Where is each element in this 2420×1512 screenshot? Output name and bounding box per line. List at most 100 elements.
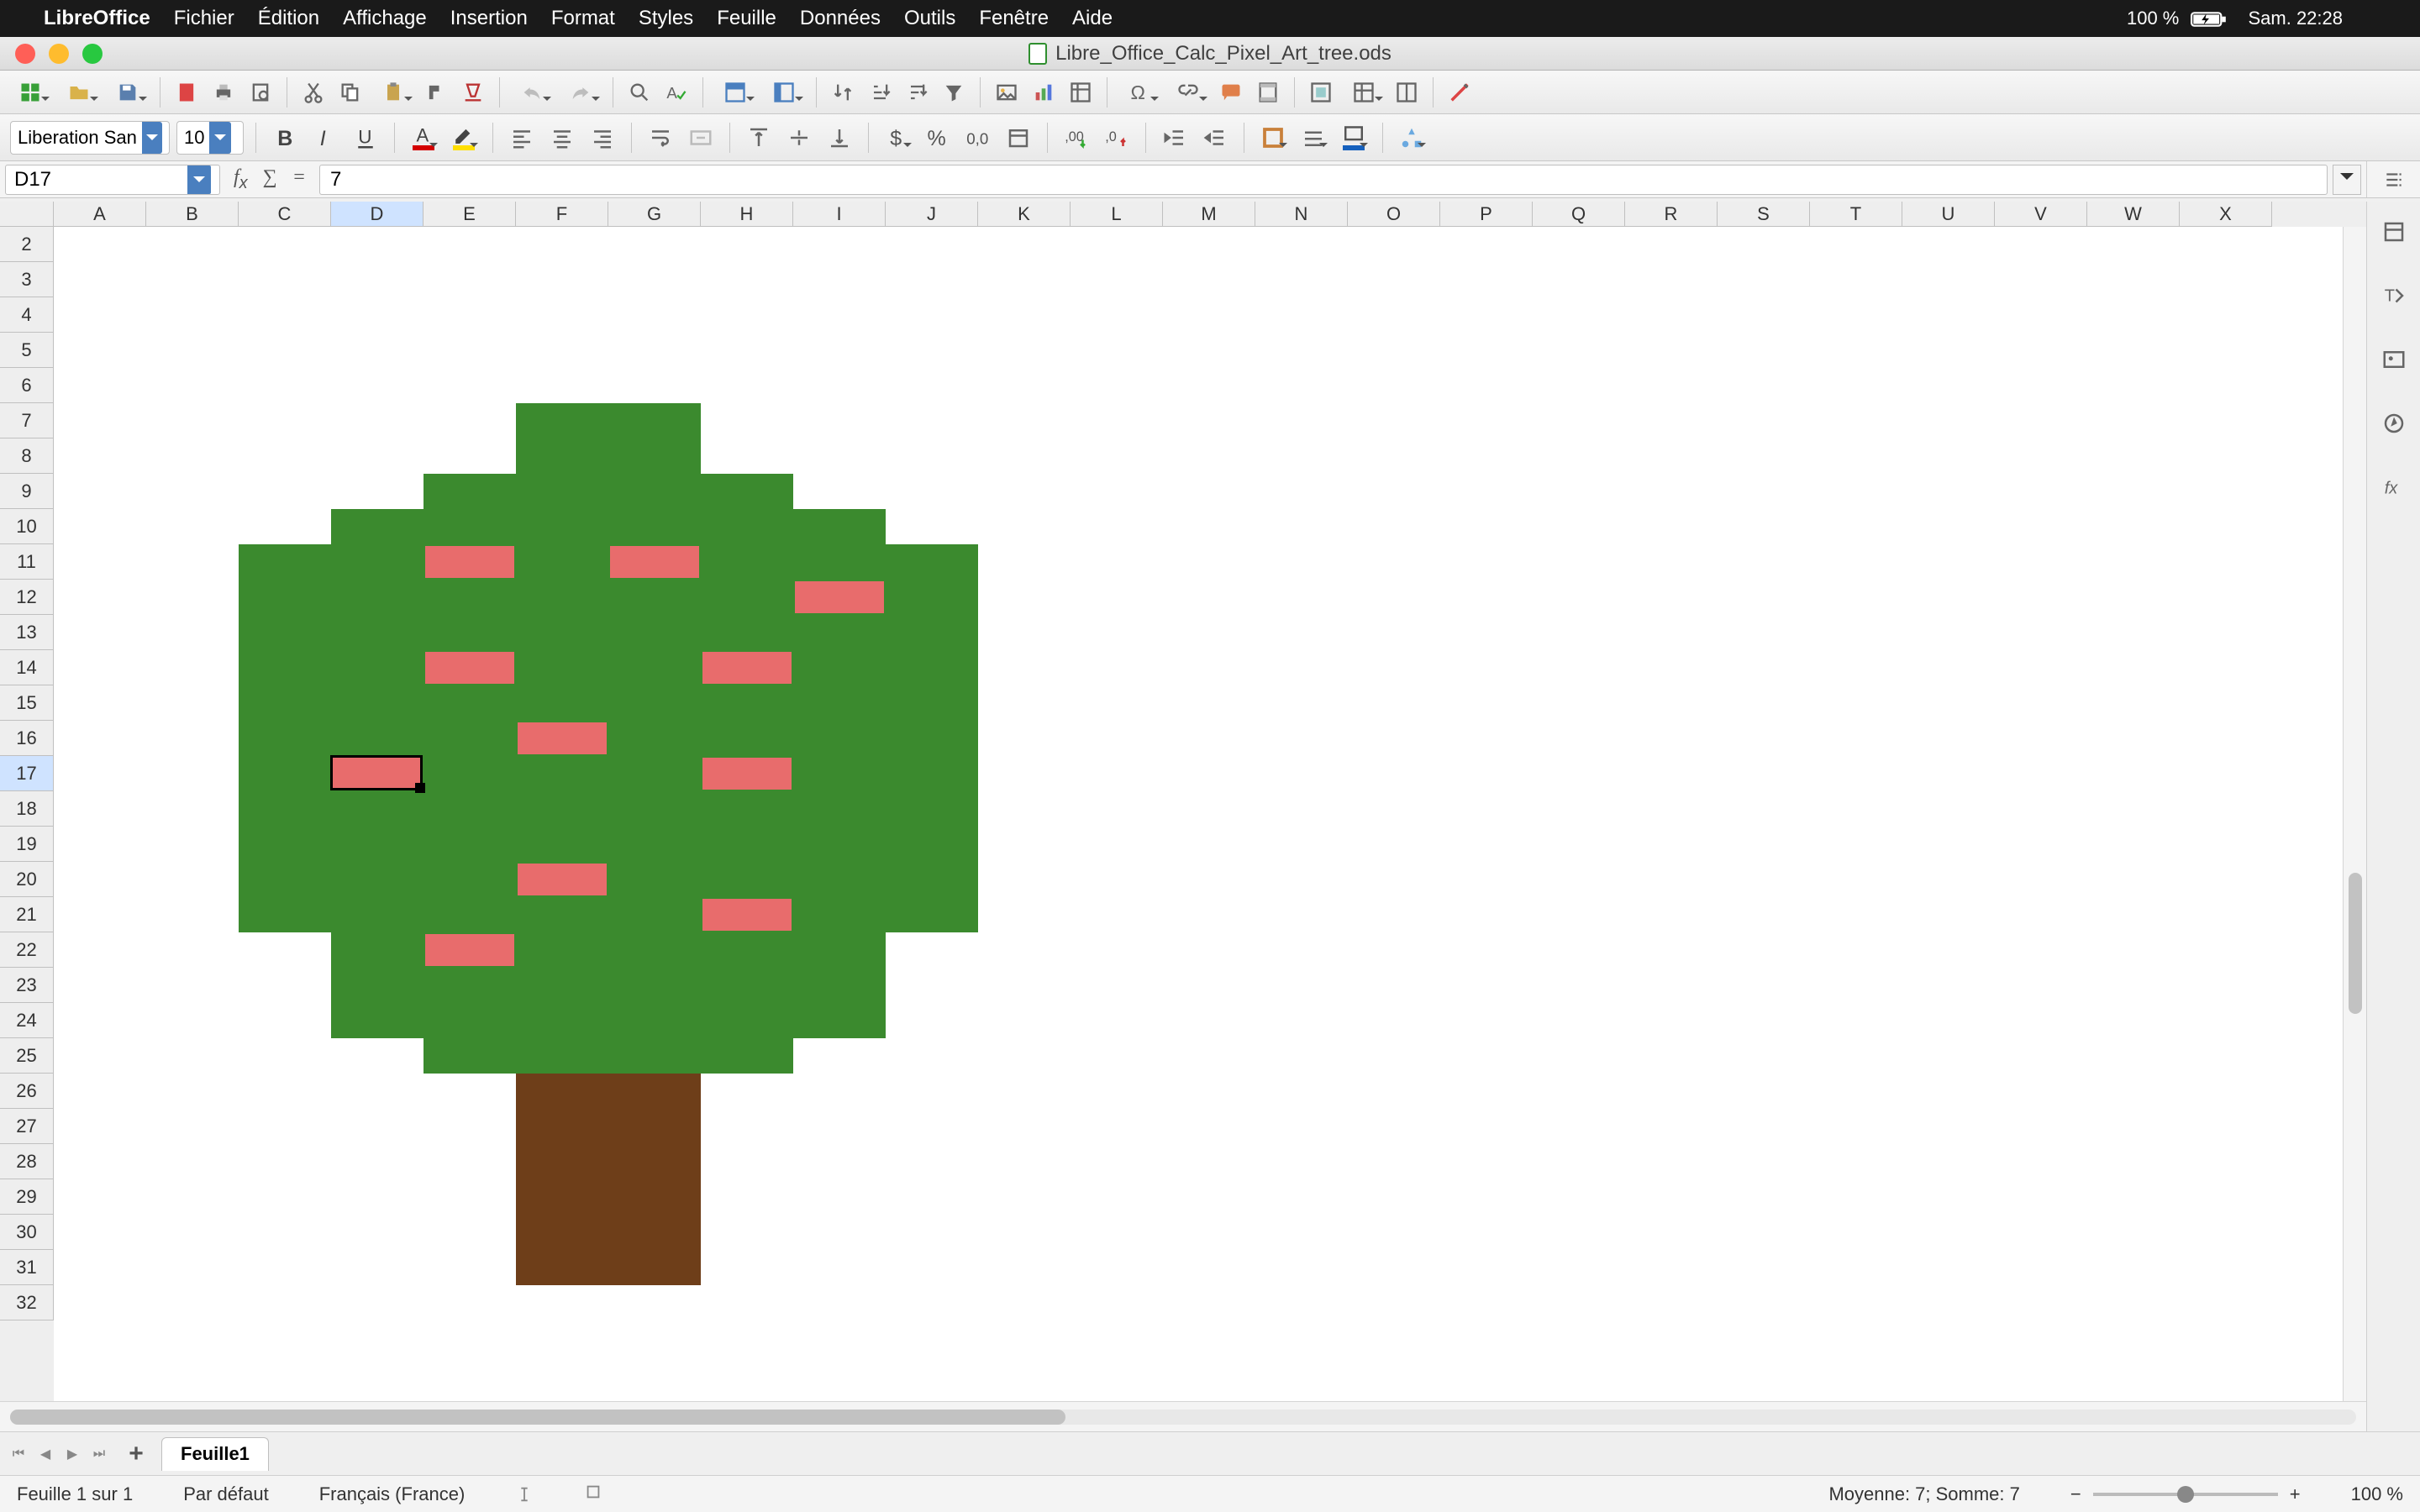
insert-mode-indicator[interactable] bbox=[515, 1485, 534, 1504]
column-header-C[interactable]: C bbox=[239, 202, 331, 227]
column-header-D[interactable]: D bbox=[331, 202, 424, 227]
insert-hyperlink-button[interactable] bbox=[1166, 76, 1210, 108]
increase-indent-button[interactable] bbox=[1158, 121, 1192, 155]
tab-nav-prev[interactable]: ◀ bbox=[34, 1442, 57, 1466]
show-draw-functions-button[interactable] bbox=[1444, 76, 1476, 108]
print-button[interactable] bbox=[208, 76, 239, 108]
sort-desc-button[interactable] bbox=[901, 76, 933, 108]
column-header-U[interactable]: U bbox=[1902, 202, 1995, 227]
insert-special-char-button[interactable]: Ω bbox=[1118, 76, 1161, 108]
name-box-dropdown-icon[interactable] bbox=[187, 165, 211, 194]
date-format-button[interactable] bbox=[1002, 121, 1035, 155]
row-header-8[interactable]: 8 bbox=[0, 438, 54, 474]
font-color-button[interactable]: A bbox=[407, 121, 440, 155]
column-header-M[interactable]: M bbox=[1163, 202, 1255, 227]
row-header-32[interactable]: 32 bbox=[0, 1285, 54, 1320]
column-header-T[interactable]: T bbox=[1810, 202, 1902, 227]
borders-button[interactable] bbox=[1256, 121, 1290, 155]
vertical-scroll-thumb[interactable] bbox=[2349, 873, 2362, 1014]
column-header-N[interactable]: N bbox=[1255, 202, 1348, 227]
merge-cells-button[interactable] bbox=[684, 121, 718, 155]
column-header-P[interactable]: P bbox=[1440, 202, 1533, 227]
row-header-6[interactable]: 6 bbox=[0, 368, 54, 403]
sidebar-settings-icon[interactable] bbox=[2366, 161, 2420, 197]
percent-format-button[interactable]: % bbox=[921, 121, 955, 155]
row-header-2[interactable]: 2 bbox=[0, 227, 54, 262]
highlight-color-button[interactable] bbox=[447, 121, 481, 155]
row-header-22[interactable]: 22 bbox=[0, 932, 54, 968]
row-operations-button[interactable] bbox=[713, 76, 757, 108]
row-header-9[interactable]: 9 bbox=[0, 474, 54, 509]
row-header-17[interactable]: 17 bbox=[0, 756, 54, 791]
clock-menuextra[interactable]: Sam. 22:28 bbox=[2248, 8, 2343, 29]
print-preview-button[interactable] bbox=[245, 76, 276, 108]
align-top-button[interactable] bbox=[742, 121, 776, 155]
conditional-format-button[interactable] bbox=[1395, 121, 1428, 155]
row-header-19[interactable]: 19 bbox=[0, 827, 54, 862]
column-header-O[interactable]: O bbox=[1348, 202, 1440, 227]
window-minimize-button[interactable] bbox=[49, 44, 69, 64]
align-center-button[interactable] bbox=[545, 121, 579, 155]
menu-feuille[interactable]: Feuille bbox=[717, 7, 776, 30]
border-color-button[interactable] bbox=[1337, 121, 1370, 155]
redo-button[interactable] bbox=[559, 76, 602, 108]
row-header-21[interactable]: 21 bbox=[0, 897, 54, 932]
navigator-panel-icon[interactable] bbox=[2377, 407, 2411, 440]
column-header-X[interactable]: X bbox=[2180, 202, 2272, 227]
zoom-slider[interactable]: − + bbox=[2070, 1483, 2301, 1505]
column-header-Q[interactable]: Q bbox=[1533, 202, 1625, 227]
functions-panel-icon[interactable]: fx bbox=[2377, 470, 2411, 504]
add-decimal-button[interactable]: ,00 bbox=[1060, 121, 1093, 155]
equals-button[interactable]: = bbox=[292, 166, 306, 193]
gallery-panel-icon[interactable] bbox=[2377, 343, 2411, 376]
tab-nav-next[interactable]: ▶ bbox=[60, 1442, 84, 1466]
row-header-23[interactable]: 23 bbox=[0, 968, 54, 1003]
new-document-button[interactable] bbox=[8, 76, 52, 108]
column-header-I[interactable]: I bbox=[793, 202, 886, 227]
find-button[interactable] bbox=[623, 76, 655, 108]
zoom-in-button[interactable]: + bbox=[2290, 1483, 2301, 1505]
export-pdf-button[interactable] bbox=[171, 76, 203, 108]
currency-format-button[interactable]: $ bbox=[881, 121, 914, 155]
row-header-10[interactable]: 10 bbox=[0, 509, 54, 544]
decrease-indent-button[interactable] bbox=[1198, 121, 1232, 155]
headers-footers-button[interactable] bbox=[1252, 76, 1284, 108]
align-right-button[interactable] bbox=[586, 121, 619, 155]
row-header-3[interactable]: 3 bbox=[0, 262, 54, 297]
bold-button[interactable]: B bbox=[268, 121, 302, 155]
remove-decimal-button[interactable]: ,0 bbox=[1100, 121, 1134, 155]
column-header-V[interactable]: V bbox=[1995, 202, 2087, 227]
zoom-slider-knob[interactable] bbox=[2177, 1486, 2194, 1503]
font-name-combo[interactable]: Liberation Sans bbox=[10, 121, 170, 155]
menu-format[interactable]: Format bbox=[551, 7, 615, 30]
row-header-26[interactable]: 26 bbox=[0, 1074, 54, 1109]
border-style-button[interactable] bbox=[1297, 121, 1330, 155]
spellcheck-button[interactable]: A bbox=[660, 76, 692, 108]
column-header-K[interactable]: K bbox=[978, 202, 1071, 227]
row-header-24[interactable]: 24 bbox=[0, 1003, 54, 1038]
column-header-B[interactable]: B bbox=[146, 202, 239, 227]
row-header-25[interactable]: 25 bbox=[0, 1038, 54, 1074]
column-header-S[interactable]: S bbox=[1718, 202, 1810, 227]
sort-button[interactable] bbox=[827, 76, 859, 108]
select-all-corner[interactable] bbox=[0, 202, 54, 227]
underline-button[interactable]: U bbox=[349, 121, 382, 155]
row-header-30[interactable]: 30 bbox=[0, 1215, 54, 1250]
column-header-G[interactable]: G bbox=[608, 202, 701, 227]
window-maximize-button[interactable] bbox=[82, 44, 103, 64]
italic-button[interactable]: I bbox=[308, 121, 342, 155]
formula-bar-expand-button[interactable] bbox=[2333, 165, 2361, 195]
font-size-dropdown-icon[interactable] bbox=[209, 122, 231, 154]
row-header-31[interactable]: 31 bbox=[0, 1250, 54, 1285]
align-left-button[interactable] bbox=[505, 121, 539, 155]
clone-formatting-button[interactable] bbox=[420, 76, 452, 108]
column-header-W[interactable]: W bbox=[2087, 202, 2180, 227]
clear-formatting-button[interactable] bbox=[457, 76, 489, 108]
row-header-29[interactable]: 29 bbox=[0, 1179, 54, 1215]
save-button[interactable] bbox=[106, 76, 150, 108]
sort-asc-button[interactable] bbox=[864, 76, 896, 108]
function-wizard-button[interactable]: fx bbox=[234, 166, 248, 193]
column-header-L[interactable]: L bbox=[1071, 202, 1163, 227]
menu-outils[interactable]: Outils bbox=[904, 7, 955, 30]
column-header-H[interactable]: H bbox=[701, 202, 793, 227]
